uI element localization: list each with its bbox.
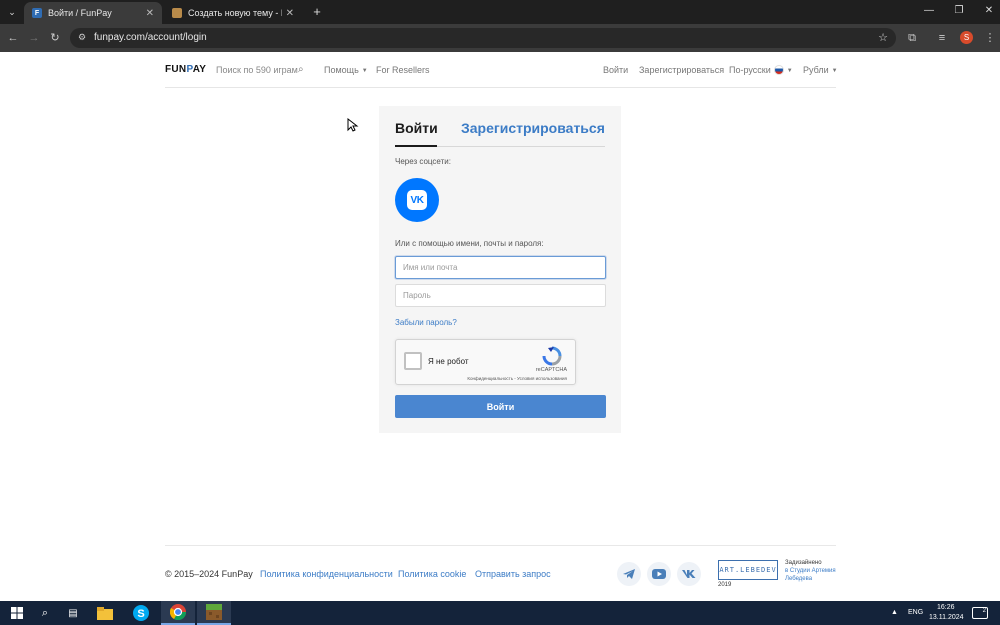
restore-icon[interactable]: ❐ [952,5,966,16]
copyright: © 2015–2024 FunPay [165,569,253,579]
privacy-policy-link[interactable]: Политика конфиденциальности [260,569,393,579]
chrome-menu-icon[interactable]: ⋮ [982,30,998,46]
bookmark-star-icon[interactable]: ☆ [878,31,888,44]
cookie-policy-link[interactable]: Политика cookie [398,569,466,579]
profile-avatar[interactable]: S [960,31,973,44]
language-label: По-русски [729,65,771,75]
tab-register[interactable]: Зарегистрироваться [461,120,605,136]
mouse-cursor-icon [347,118,359,132]
svg-text:S: S [137,608,144,620]
chevron-down-icon: ▼ [786,68,793,74]
recaptcha-logo-icon [542,346,562,366]
chrome-taskbar-icon[interactable] [161,601,195,625]
studio-link[interactable]: в Студии Артемия [785,568,836,574]
login-submit-button[interactable]: Войти [395,395,606,418]
recaptcha-widget: Я не робот reCAPTCHA Конфиденциальность … [395,339,576,385]
password-field[interactable] [395,284,606,307]
login-link[interactable]: Войти [603,65,628,75]
register-link[interactable]: Зарегистрироваться [639,65,724,75]
artlebedev-logo[interactable]: ART.LEBEDEV [718,560,778,580]
clock-date[interactable]: 13.11.2024 [929,614,964,621]
logo-text-right: AY [192,64,207,75]
chevron-down-icon: ▼ [831,68,838,74]
resellers-link[interactable]: For Resellers [376,65,430,75]
address-bar[interactable]: ⚙ funpay.com/account/login ☆ [70,28,896,48]
recaptcha-label: Я не робот [428,357,469,366]
minimize-icon[interactable]: — [922,5,936,16]
social-login-label: Через соцсети: [395,157,451,166]
tab-title: Создать новую тему - ReallyM [188,8,282,18]
tray-chevron-icon[interactable]: ▲ [891,609,898,616]
forward-icon[interactable]: → [26,30,42,46]
vk-icon: VK [407,190,427,210]
site-footer: © 2015–2024 FunPay Политика конфиденциал… [165,545,836,590]
funpay-logo[interactable]: FUNPAY [165,64,206,75]
close-window-icon[interactable]: ✕ [982,5,996,16]
currency-label: Рубли [803,65,829,75]
tab-close-icon[interactable]: ✕ [146,8,154,19]
help-menu[interactable]: Помощь ▼ [324,65,368,75]
logo-text-left: FUN [165,64,187,75]
site-header: FUNPAY Поиск по 590 играм ⌕ Помощь ▼ For … [165,52,838,88]
tab-login[interactable]: Войти [395,120,438,136]
clock-time[interactable]: 16:26 [937,604,955,611]
reload-icon[interactable]: ↻ [47,30,63,46]
russia-flag-icon [773,65,784,75]
tab-title: Войти / FunPay [48,8,112,18]
vk-footer-icon[interactable] [677,562,701,586]
site-info-icon[interactable]: ⚙ [78,32,86,43]
file-explorer-icon[interactable] [88,601,122,625]
studio-link-2[interactable]: Лебедева [785,576,812,582]
browser-tab[interactable]: Создать новую тему - ReallyM ✕ [164,2,302,24]
task-view-icon[interactable]: ▤ [56,601,90,625]
artlebedev-year: 2019 [718,582,732,588]
telegram-icon[interactable] [617,562,641,586]
funpay-favicon-icon: F [32,8,42,18]
url-text[interactable]: funpay.com/account/login [94,32,207,43]
recaptcha-links[interactable]: Конфиденциальность - Условия использован… [467,376,567,381]
tab-search-menu-icon[interactable]: ⌄ [4,4,20,20]
search-icon[interactable]: ⌕ [298,64,304,75]
browser-tabbar: ⌄ F Войти / FunPay ✕ Создать новую тему … [0,0,1000,24]
username-field[interactable] [395,256,606,279]
browser-tab-active[interactable]: F Войти / FunPay ✕ [24,2,162,24]
recaptcha-brand: reCAPTCHA [535,367,567,373]
youtube-icon[interactable] [647,562,671,586]
browser-toolbar: ← → ↻ ⚙ funpay.com/account/login ☆ ⧉ ≡ ⋮ [0,24,1000,52]
game-search-input[interactable]: Поиск по 590 играм [216,65,298,75]
tab-close-icon[interactable]: ✕ [286,8,294,19]
help-label: Помощь [324,65,359,75]
recaptcha-checkbox[interactable] [404,352,422,370]
new-tab-icon[interactable]: + [309,4,325,20]
windows-taskbar: ⌕ ▤ S ▲ ENG 16:26 13.11.2024 2 [0,601,1000,625]
login-card: Войти Зарегистрироваться Через соцсети: … [379,106,621,433]
credentials-label: Или с помощью имени, почты и пароля: [395,239,544,248]
designed-by-label: Задизайнено [785,560,822,566]
currency-menu[interactable]: Рубли ▼ [803,65,838,75]
media-controls-icon[interactable]: ≡ [934,30,950,46]
send-request-link[interactable]: Отправить запрос [475,569,551,579]
active-tab-indicator [395,145,437,147]
vk-login-button[interactable]: VK [395,178,439,222]
notifications-icon[interactable]: 2 [972,607,988,619]
chevron-down-icon: ▼ [361,68,368,74]
extensions-icon[interactable]: ⧉ [904,30,920,46]
language-menu[interactable]: По-русски ▼ [729,65,793,75]
input-language[interactable]: ENG [908,609,923,616]
forum-favicon-icon [172,8,182,18]
skype-icon[interactable]: S [124,601,158,625]
forgot-password-link[interactable]: Забыли пароль? [395,318,457,327]
minecraft-icon[interactable] [197,601,231,625]
back-icon[interactable]: ← [5,30,21,46]
